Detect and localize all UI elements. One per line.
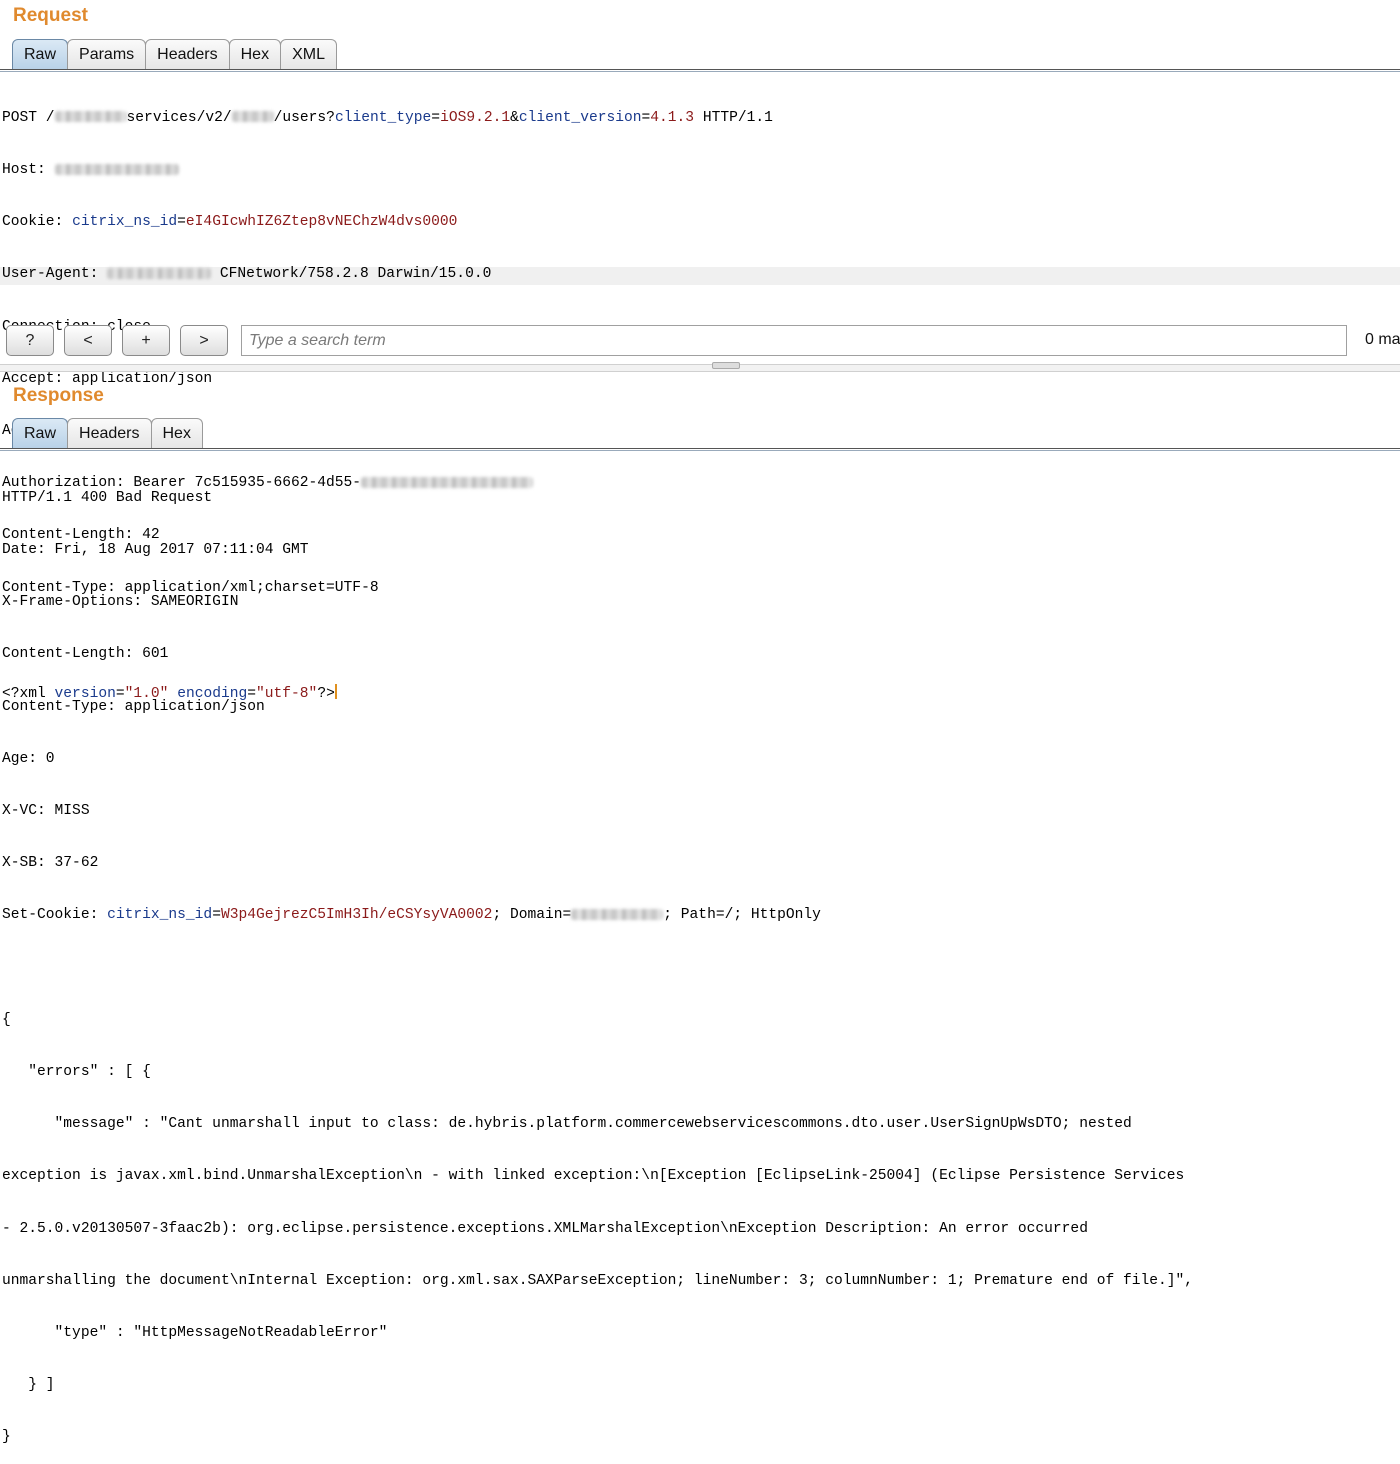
next-match-button[interactable]: > (180, 325, 228, 356)
response-title: Response (13, 385, 104, 406)
search-options-button[interactable]: + (122, 325, 170, 356)
response-header: Age: 0 (2, 750, 55, 767)
request-tab-headers[interactable]: Headers (145, 39, 230, 69)
body-line: - 2.5.0.v20130507-3faac2b): org.eclipse.… (2, 1220, 1088, 1237)
redacted-domain (571, 909, 664, 921)
response-tab-headers[interactable]: Headers (67, 418, 152, 448)
previous-match-button[interactable]: < (64, 325, 112, 356)
body-line: "type" : "HttpMessageNotReadableError" (2, 1325, 388, 1342)
request-tab-hex[interactable]: Hex (228, 39, 282, 69)
response-header: X-SB: 37-62 (2, 855, 99, 872)
request-line: POST / services/v2//users?client_type=iOS… (2, 109, 773, 126)
request-tab-raw[interactable]: Raw (12, 39, 69, 69)
request-tab-divider-secondary (0, 71, 1400, 72)
response-header-set-cookie: Set-Cookie: citrix_ns_id=W3p4GejrezC5ImH… (2, 907, 821, 924)
redacted-user-agent (107, 268, 212, 280)
body-line: } (2, 1429, 11, 1446)
response-viewer[interactable]: HTTP/1.1 400 Bad Request Date: Fri, 18 A… (2, 455, 1193, 1464)
splitter-grip-icon[interactable] (712, 362, 740, 369)
response-tab-raw[interactable]: Raw (12, 418, 69, 448)
response-header: X-VC: MISS (2, 803, 90, 820)
request-title: Request (13, 5, 88, 26)
response-tabs: Raw Headers Hex (12, 418, 203, 448)
header-host: Host: (2, 162, 773, 179)
body-line: exception is javax.xml.bind.UnmarshalExc… (2, 1168, 1185, 1185)
help-button[interactable]: ? (6, 325, 54, 356)
redacted-path (54, 111, 127, 123)
response-header: Content-Type: application/json (2, 698, 265, 715)
response-header: Date: Fri, 18 Aug 2017 07:11:04 GMT (2, 542, 309, 559)
body-line: unmarshalling the document\nInternal Exc… (2, 1272, 1194, 1289)
request-tab-params[interactable]: Params (67, 39, 147, 69)
redacted-path (231, 111, 274, 123)
body-line: "errors" : [ { (2, 1064, 151, 1081)
match-count: 0 ma (1365, 331, 1400, 348)
request-tab-divider (0, 69, 1400, 70)
header-accept: Accept: application/json (2, 370, 213, 387)
response-tab-hex[interactable]: Hex (150, 418, 203, 448)
header-user-agent: User-Agent: CFNetwork/758.2.8 Darwin/15.… (2, 266, 492, 283)
body-line: "message" : "Cant unmarshall input to cl… (2, 1116, 1132, 1133)
response-header: X-Frame-Options: SAMEORIGIN (2, 594, 239, 611)
request-tabs: Raw Params Headers Hex XML (12, 39, 337, 69)
body-line: } ] (2, 1377, 55, 1394)
response-tab-divider-secondary (0, 450, 1400, 451)
request-tab-xml[interactable]: XML (280, 39, 337, 69)
search-input[interactable] (241, 325, 1347, 356)
redacted-host (54, 163, 179, 175)
pane-splitter[interactable] (0, 364, 1400, 372)
status-line: HTTP/1.1 400 Bad Request (2, 489, 213, 506)
response-tab-divider (0, 448, 1400, 449)
body-line: { (2, 1011, 11, 1028)
response-header: Content-Length: 601 (2, 646, 169, 663)
header-cookie: Cookie: citrix_ns_id=eI4GIcwhIZ6Ztep8vNE… (2, 214, 458, 231)
